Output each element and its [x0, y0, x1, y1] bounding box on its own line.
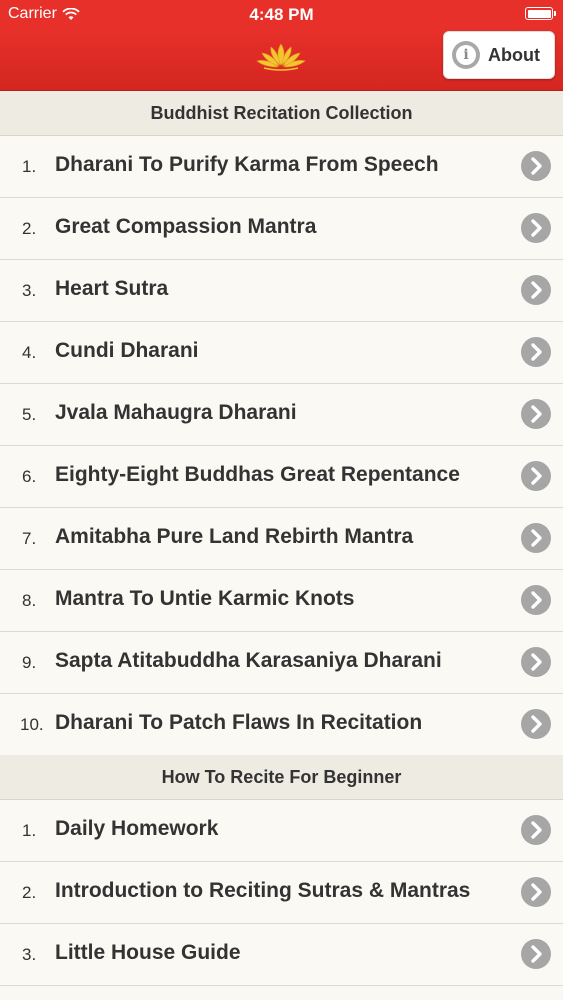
- item-number: 7.: [22, 529, 37, 548]
- list-item[interactable]: 1. Daily Homework: [0, 800, 563, 862]
- chevron-right-icon: [521, 151, 551, 181]
- item-number: 9.: [22, 653, 37, 672]
- item-title: Little House Guide: [55, 941, 241, 964]
- list-item[interactable]: 1. Dharani To Purify Karma From Speech: [0, 136, 563, 198]
- list-item[interactable]: 3. Heart Sutra: [0, 260, 563, 322]
- list-item[interactable]: 4. Cundi Dharani: [0, 322, 563, 384]
- item-number: 2.: [22, 883, 37, 902]
- battery-icon: [525, 7, 556, 20]
- lotus-logo-icon: [256, 43, 306, 71]
- chevron-right-icon: [521, 523, 551, 553]
- info-icon: i: [452, 41, 480, 69]
- list-item[interactable]: 8. Mantra To Untie Karmic Knots: [0, 570, 563, 632]
- list-item[interactable]: 2. Great Compassion Mantra: [0, 198, 563, 260]
- chevron-right-icon: [521, 461, 551, 491]
- item-title: Sapta Atitabuddha Karasaniya Dharani: [55, 649, 442, 672]
- item-number: 1.: [22, 821, 37, 840]
- list-item[interactable]: 9. Sapta Atitabuddha Karasaniya Dharani: [0, 632, 563, 694]
- chevron-right-icon: [521, 647, 551, 677]
- item-number: 6.: [22, 467, 37, 486]
- list-item[interactable]: 7. Amitabha Pure Land Rebirth Mantra: [0, 508, 563, 570]
- item-number: 2.: [22, 219, 37, 238]
- list-item[interactable]: 2. Introduction to Reciting Sutras & Man…: [0, 862, 563, 924]
- chevron-right-icon: [521, 337, 551, 367]
- item-title: Eighty-Eight Buddhas Great Repentance: [55, 463, 460, 486]
- about-button[interactable]: i About: [443, 31, 555, 79]
- recitation-list: Buddhist Recitation Collection 1. Dharan…: [0, 91, 563, 986]
- item-title: Mantra To Untie Karmic Knots: [55, 587, 355, 610]
- item-number: 3.: [22, 945, 37, 964]
- chevron-right-icon: [521, 399, 551, 429]
- item-title: Amitabha Pure Land Rebirth Mantra: [55, 525, 414, 548]
- list-item[interactable]: 3. Little House Guide: [0, 924, 563, 986]
- section-header-how-to-recite: How To Recite For Beginner: [0, 755, 563, 800]
- status-bar: Carrier 4:48 PM: [0, 0, 563, 28]
- item-title: Daily Homework: [55, 817, 219, 840]
- item-title: Introduction to Reciting Sutras & Mantra…: [55, 879, 471, 902]
- nav-bar: i About: [0, 28, 563, 91]
- section-header-recitation-collection: Buddhist Recitation Collection: [0, 91, 563, 136]
- item-number: 10.: [20, 715, 44, 734]
- chevron-right-icon: [521, 585, 551, 615]
- item-title: Jvala Mahaugra Dharani: [55, 401, 297, 424]
- chevron-right-icon: [521, 213, 551, 243]
- list-item[interactable]: 5. Jvala Mahaugra Dharani: [0, 384, 563, 446]
- status-time: 4:48 PM: [249, 5, 314, 24]
- chevron-right-icon: [521, 877, 551, 907]
- item-number: 5.: [22, 405, 37, 424]
- chevron-right-icon: [521, 939, 551, 969]
- list-item[interactable]: 10. Dharani To Patch Flaws In Recitation: [0, 694, 563, 755]
- chevron-right-icon: [521, 275, 551, 305]
- item-title: Heart Sutra: [55, 277, 169, 300]
- item-title: Great Compassion Mantra: [55, 215, 317, 238]
- about-button-label: About: [488, 44, 540, 65]
- item-number: 8.: [22, 591, 37, 610]
- item-title: Dharani To Patch Flaws In Recitation: [55, 711, 423, 734]
- item-number: 3.: [22, 281, 37, 300]
- item-number: 1.: [22, 157, 37, 176]
- chevron-right-icon: [521, 815, 551, 845]
- item-number: 4.: [22, 343, 37, 362]
- chevron-right-icon: [521, 709, 551, 739]
- list-item[interactable]: 6. Eighty-Eight Buddhas Great Repentance: [0, 446, 563, 508]
- item-title: Dharani To Purify Karma From Speech: [55, 153, 439, 176]
- item-title: Cundi Dharani: [55, 339, 199, 362]
